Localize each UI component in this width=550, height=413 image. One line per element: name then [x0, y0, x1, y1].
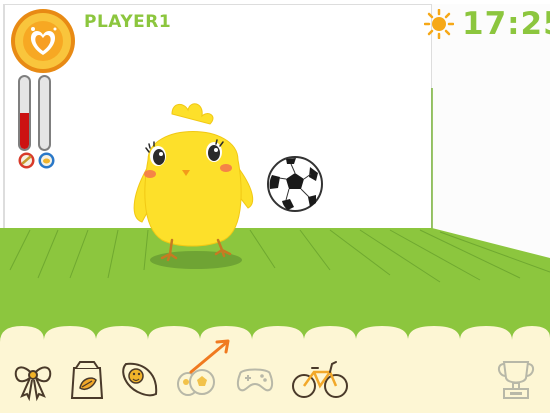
food-bag-icon[interactable] — [64, 356, 110, 402]
food-stat-icon — [18, 152, 35, 169]
heart-badge-icon[interactable] — [9, 7, 77, 75]
gamepad-icon[interactable] — [232, 356, 278, 402]
bath-icon[interactable] — [118, 356, 164, 402]
trophy-icon[interactable] — [494, 356, 538, 402]
food-meter-fill — [20, 113, 29, 149]
soccer-ball[interactable] — [266, 155, 324, 213]
tap-hint-arrow — [189, 339, 230, 374]
player-name: PLAYER1 — [84, 12, 172, 32]
sun-icon — [424, 9, 454, 39]
clean-stat-icon — [38, 152, 55, 169]
clock-time: 17:25 — [462, 6, 550, 42]
ribbon-icon[interactable] — [10, 356, 56, 402]
chick-pet[interactable] — [128, 100, 258, 270]
game-screen: PLAYER1 17:25 — [0, 0, 550, 413]
bicycle-icon[interactable] — [290, 356, 350, 402]
room-side-wall — [432, 4, 550, 260]
clean-meter — [38, 75, 51, 151]
food-meter — [18, 75, 31, 151]
